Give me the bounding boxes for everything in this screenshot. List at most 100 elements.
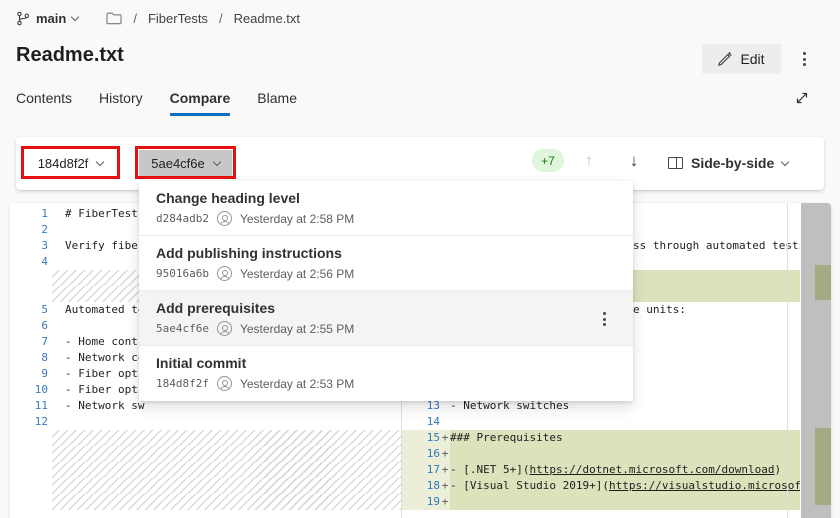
- commit-hash: 184d8f2f: [156, 377, 209, 390]
- added-line-marker: +: [440, 462, 450, 478]
- line-number: 16: [402, 446, 440, 462]
- line-number: 9: [10, 366, 48, 382]
- line-number: 5: [10, 302, 48, 318]
- pencil-icon: [718, 52, 733, 67]
- tab-contents[interactable]: Contents: [16, 90, 72, 116]
- side-by-side-icon: [668, 157, 683, 169]
- added-line-marker: +: [440, 430, 450, 446]
- page-title: Readme.txt: [16, 44, 124, 67]
- commit-meta: 184d8f2f Yesterday at 2:53 PM: [156, 376, 617, 391]
- edit-button[interactable]: Edit: [702, 44, 781, 74]
- line-number: 14: [402, 414, 440, 430]
- avatar: [217, 321, 232, 336]
- code-line: 12: [10, 414, 401, 430]
- line-number: 8: [10, 350, 48, 366]
- diff-filler-row: [10, 430, 401, 446]
- diff-overview-scrollbar[interactable]: [801, 203, 831, 518]
- edit-button-label: Edit: [740, 51, 764, 67]
- tab-history[interactable]: History: [99, 90, 143, 116]
- code-line: 15+### Prerequisites: [402, 430, 800, 446]
- file-tabs: Contents History Compare Blame: [16, 90, 297, 116]
- line-number: 2: [10, 222, 48, 238]
- commit-time: Yesterday at 2:58 PM: [240, 212, 354, 226]
- content-edge-line: [787, 203, 788, 518]
- code-text: [48, 254, 65, 270]
- line-number: 10: [10, 382, 48, 398]
- more-actions-button[interactable]: [794, 48, 814, 70]
- code-link: https://dotnet.microsoft.com/download: [529, 463, 774, 476]
- commit-meta: d284adb2 Yesterday at 2:58 PM: [156, 211, 617, 226]
- tab-blame[interactable]: Blame: [257, 90, 297, 116]
- breadcrumb-folder[interactable]: FiberTests: [148, 11, 208, 26]
- commit-title: Add publishing instructions: [156, 245, 617, 261]
- code-text: [48, 222, 65, 238]
- line-number: 17: [402, 462, 440, 478]
- diff-filler-row: [10, 478, 401, 494]
- commit-menu-item[interactable]: Add publishing instructions 95016a6bYeste…: [139, 236, 633, 291]
- commit-meta: 5ae4cf6e Yesterday at 2:55 PM: [156, 321, 617, 336]
- compare-commit-dropdown[interactable]: 5ae4cf6e: [139, 150, 232, 176]
- commit-title: Change heading level: [156, 190, 617, 206]
- code-text: - Fiber opti: [48, 382, 144, 398]
- line-number: 15: [402, 430, 440, 446]
- line-number: 18: [402, 478, 440, 494]
- code-text: [48, 318, 65, 334]
- avatar: [217, 266, 232, 281]
- diff-filler-row: [10, 462, 401, 478]
- code-text: # FiberTests: [48, 206, 144, 222]
- added-lines-badge: +7: [532, 149, 564, 172]
- breadcrumb-file[interactable]: Readme.txt: [234, 11, 300, 26]
- commit-menu-item[interactable]: Change heading level d284adb2 Yesterday at…: [139, 181, 633, 236]
- commit-menu-item[interactable]: Initial commit 184d8f2f Yesterday at 2:53 …: [139, 346, 633, 401]
- next-diff-button[interactable]: ↓: [621, 148, 647, 174]
- commit-menu-item[interactable]: Add prerequisites 5ae4cf6e Yesterday at 2:…: [139, 291, 633, 346]
- path-separator: /: [122, 11, 148, 26]
- code-text: - Fiber opti: [48, 366, 144, 382]
- avatar: [217, 211, 232, 226]
- chevron-down-icon: [781, 157, 789, 165]
- fullscreen-toggle-icon[interactable]: [792, 88, 812, 108]
- code-line: 18+- [Visual Studio 2019+](https://visua…: [402, 478, 800, 494]
- commit-hash: 5ae4cf6e: [156, 322, 209, 335]
- code-link: https://visualstudio.microsoft: [609, 479, 800, 492]
- commit-time: Yesterday at 2:53 PM: [240, 377, 354, 391]
- added-line-marker: +: [440, 478, 450, 494]
- line-number: 12: [10, 414, 48, 430]
- added-line-marker: +: [440, 446, 450, 462]
- view-mode-selector[interactable]: Side-by-side: [668, 150, 788, 176]
- tab-compare[interactable]: Compare: [170, 90, 231, 116]
- chevron-down-icon: [96, 157, 104, 165]
- code-text: [48, 414, 65, 430]
- code-text: - [.NET 5+](https://dotnet.microsoft.com…: [450, 462, 781, 478]
- commit-dropdown-menu: Change heading level d284adb2 Yesterday at…: [139, 181, 633, 401]
- base-commit-dropdown[interactable]: 184d8f2f: [26, 150, 115, 176]
- code-line: 19+: [402, 494, 800, 510]
- view-mode-label: Side-by-side: [691, 155, 774, 171]
- added-line-marker: [440, 414, 450, 430]
- code-text: ### Prerequisites: [450, 430, 563, 446]
- code-text: - Network co: [48, 350, 144, 366]
- added-line-marker: +: [440, 494, 450, 510]
- commit-time: Yesterday at 2:55 PM: [240, 322, 354, 336]
- diff-marker: [815, 428, 831, 505]
- line-number: 1: [10, 206, 48, 222]
- commit-meta: 95016a6bYesterday at 2:56 PM: [156, 266, 617, 281]
- previous-diff-button[interactable]: ↑: [576, 148, 602, 174]
- line-number: 11: [10, 398, 48, 414]
- commit-title: Add prerequisites: [156, 300, 617, 316]
- commit-time: Yesterday at 2:56 PM: [240, 267, 354, 281]
- breadcrumb: main / FiberTests / Readme.txt: [16, 7, 300, 29]
- commit-title: Initial commit: [156, 355, 617, 371]
- path-separator: /: [208, 11, 234, 26]
- commit-hash: d284adb2: [156, 212, 209, 225]
- avatar: [217, 376, 232, 391]
- code-line: 17+- [.NET 5+](https://dotnet.microsoft.…: [402, 462, 800, 478]
- branch-selector[interactable]: main: [16, 11, 78, 26]
- diff-marker: [815, 265, 831, 300]
- folder-icon: [106, 12, 122, 25]
- code-text: Verify fiber: [48, 238, 144, 254]
- commit-item-more-button[interactable]: [597, 311, 611, 327]
- line-number: 4: [10, 254, 48, 270]
- code-text: - [Visual Studio 2019+](https://visualst…: [450, 478, 800, 494]
- code-text: - Home contr: [48, 334, 144, 350]
